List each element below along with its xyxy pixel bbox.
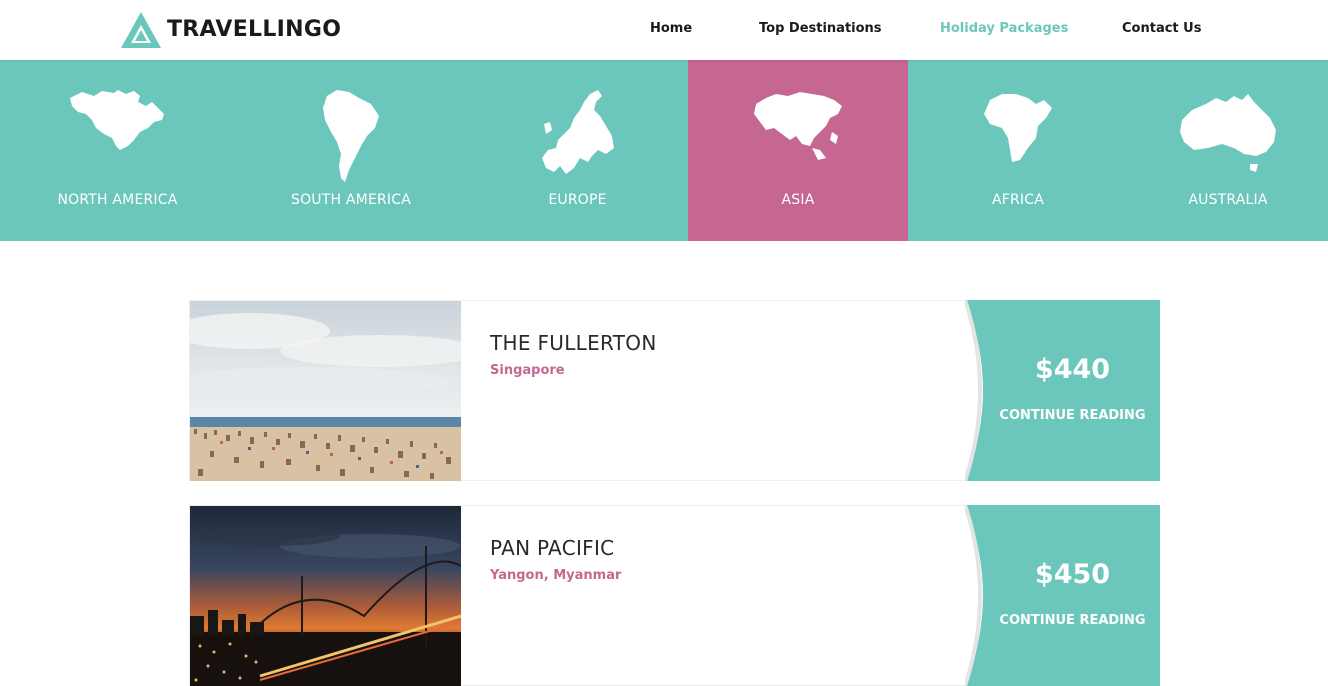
continent-asia[interactable]: ASIA: [688, 60, 908, 241]
south-america-map-icon: [323, 90, 379, 182]
continent-africa[interactable]: AFRICA: [908, 60, 1128, 241]
city-bridge-night-photo[interactable]: [190, 506, 461, 686]
continent-label: AUSTRALIA: [1188, 192, 1268, 208]
package-price: $450: [1034, 559, 1111, 590]
continue-reading-link[interactable]: CONTINUE READING: [965, 613, 1160, 628]
continent-europe[interactable]: EUROPE: [467, 60, 688, 241]
continent-label: ASIA: [781, 192, 815, 208]
brand-logo[interactable]: TRAVELLINGO: [121, 12, 341, 48]
continue-reading-link[interactable]: CONTINUE READING: [965, 408, 1160, 423]
continent-north-america[interactable]: NORTH AMERICA: [0, 60, 235, 241]
brand-name: TRAVELLINGO: [167, 17, 342, 42]
package-title[interactable]: PAN PACIFIC: [490, 536, 614, 560]
nav-contact-us[interactable]: Contact Us: [1122, 21, 1201, 36]
logo-triangle-icon: [121, 12, 161, 48]
package-card: THE FULLERTON Singapore $440 CONTINUE RE…: [189, 300, 1160, 481]
asia-map-icon: [754, 92, 842, 160]
continent-australia[interactable]: AUSTRALIA: [1128, 60, 1328, 241]
europe-map-icon: [541, 90, 614, 174]
australia-map-icon: [1180, 94, 1276, 172]
north-america-map-icon: [69, 90, 164, 150]
continent-label: SOUTH AMERICA: [291, 192, 411, 208]
nav-top-destinations[interactable]: Top Destinations: [759, 21, 882, 36]
package-card: PAN PACIFIC Yangon, Myanmar $450 CONTINU…: [189, 505, 1160, 686]
price-panel-shape: [965, 505, 1160, 686]
site-header: TRAVELLINGO Home Top Destinations Holida…: [0, 0, 1328, 60]
package-location: Singapore: [490, 363, 565, 378]
continent-label: NORTH AMERICA: [57, 192, 178, 208]
continent-label: AFRICA: [991, 192, 1045, 208]
continent-selector: NORTH AMERICA SOUTH AMERICA EUROPE ASIA …: [0, 60, 1328, 241]
price-panel: $440 CONTINUE READING: [965, 300, 1160, 481]
package-location: Yangon, Myanmar: [490, 568, 622, 583]
continent-south-america[interactable]: SOUTH AMERICA: [235, 60, 467, 241]
package-title[interactable]: THE FULLERTON: [490, 331, 657, 355]
package-price: $440: [1034, 354, 1111, 385]
nav-holiday-packages[interactable]: Holiday Packages: [940, 21, 1068, 36]
nav-home[interactable]: Home: [650, 21, 692, 36]
price-panel-shape: [965, 300, 1160, 481]
beach-photo[interactable]: [190, 301, 461, 481]
continent-label: EUROPE: [548, 192, 607, 208]
africa-map-icon: [984, 94, 1052, 162]
price-panel: $450 CONTINUE READING: [965, 505, 1160, 686]
